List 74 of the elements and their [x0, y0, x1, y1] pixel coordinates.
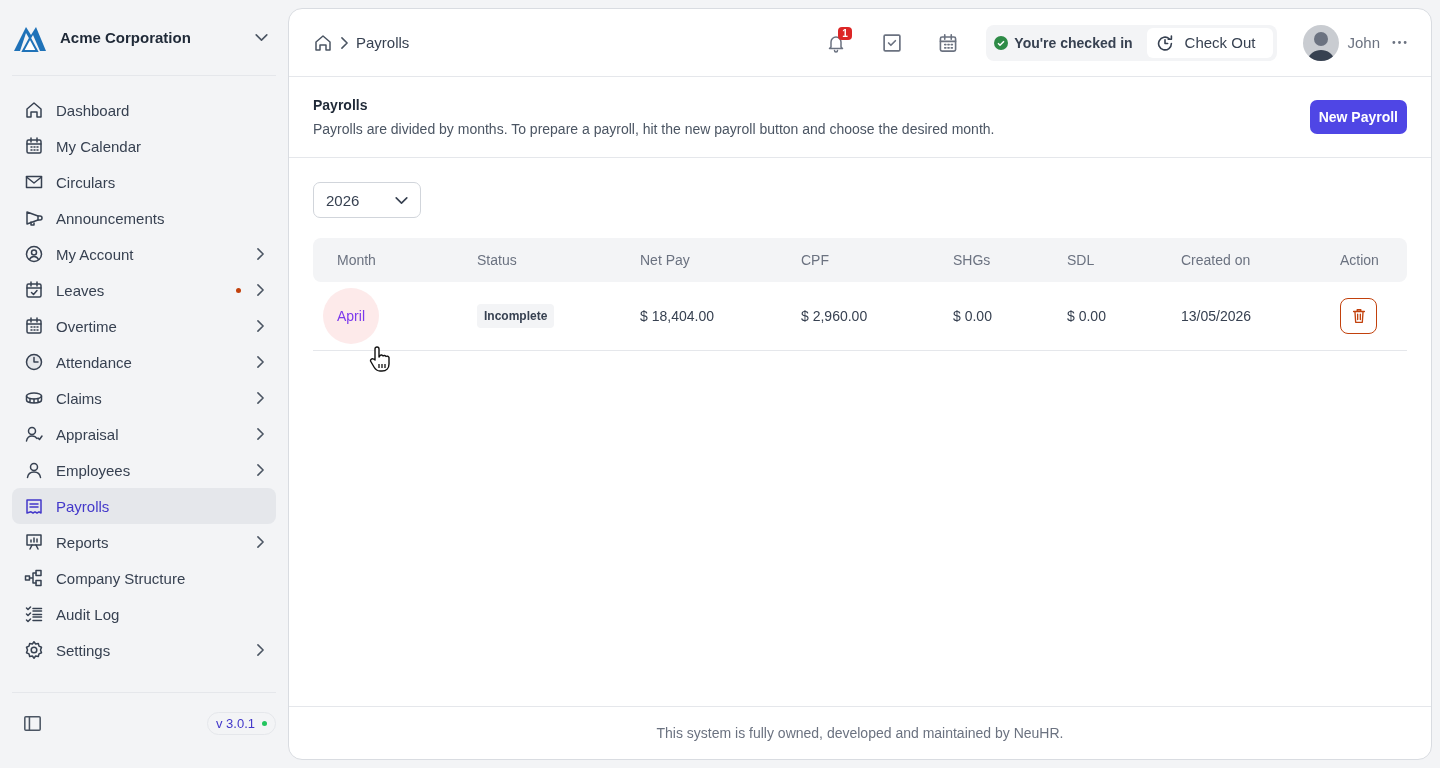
page-title: Payrolls: [313, 97, 369, 113]
breadcrumb-current: Payrolls: [356, 34, 410, 51]
clock-arrow-icon: [1156, 34, 1173, 51]
sidebar-item[interactable]: Dashboard: [12, 92, 276, 128]
column-header: Created on: [1180, 252, 1252, 268]
column-header: CPF: [800, 252, 830, 268]
table-cell: $ 18,404.00: [640, 308, 714, 324]
month-link[interactable]: April: [337, 308, 365, 324]
chevron-down-icon: [255, 34, 268, 41]
sidebar-item[interactable]: Circulars: [12, 164, 276, 200]
check-circle-icon: [994, 35, 1009, 50]
new-payroll-button[interactable]: New Payroll: [1309, 100, 1407, 134]
sidebar-item[interactable]: My Calendar: [12, 128, 276, 164]
user-circle-icon: [24, 244, 44, 264]
calendar-icon: [939, 33, 958, 52]
checklist-icon: [24, 604, 44, 624]
column-header: Action: [1339, 252, 1380, 268]
table-cell: 13/05/2026: [1181, 308, 1252, 324]
clock-icon: [24, 352, 44, 372]
sidebar-item[interactable]: Audit Log: [12, 596, 276, 632]
status-badge: Incomplete: [477, 304, 555, 328]
table-cell: $ 0.00: [1067, 308, 1106, 324]
notification-count: 1: [838, 26, 852, 40]
year-select[interactable]: 2026: [313, 182, 421, 218]
hierarchy-icon: [24, 568, 44, 588]
sidebar-panel-icon: [24, 716, 41, 731]
presentation-icon: [24, 532, 44, 552]
checkbox-icon: [883, 33, 902, 52]
gear-icon: [24, 640, 44, 660]
calendar-check-icon: [24, 280, 44, 300]
page-description: Payrolls are divided by months. To prepare a payroll, hit the new payroll button and choose the desired month.: [313, 121, 995, 137]
chevron-down-icon: [395, 196, 408, 204]
column-header: SHGs: [952, 252, 992, 268]
sidebar-item[interactable]: My Account: [12, 236, 276, 272]
sidebar-item[interactable]: Appraisal: [12, 416, 276, 452]
table-cell: $ 2,960.00: [801, 308, 868, 324]
company-dropdown-button[interactable]: [255, 34, 268, 41]
home-icon: [24, 100, 44, 120]
calendar-icon: [24, 136, 44, 156]
column-header: SDL: [1066, 252, 1096, 268]
home-icon: [313, 32, 333, 53]
sidebar-item[interactable]: Reports: [12, 524, 276, 560]
sidebar-item[interactable]: Payrolls: [12, 488, 276, 524]
sidebar-item[interactable]: Announcements: [12, 200, 276, 236]
sidebar-item[interactable]: Leaves: [12, 272, 276, 308]
more-button[interactable]: [1392, 41, 1407, 44]
user-name: John: [1347, 34, 1380, 51]
delete-button[interactable]: [1340, 298, 1377, 334]
megaphone-icon: [24, 208, 44, 228]
column-header: Status: [476, 252, 518, 268]
user-icon: [24, 460, 44, 480]
sidebar-item[interactable]: Settings: [12, 632, 276, 668]
sidebar-item[interactable]: Employees: [12, 452, 276, 488]
receipt-icon: [24, 496, 44, 516]
calendar-icon: [24, 316, 44, 336]
check-in-status: You're checked in: [1014, 34, 1133, 51]
hand-cursor-icon: [369, 346, 391, 372]
sidebar-item[interactable]: Attendance: [12, 344, 276, 380]
footer-text: This system is fully owned, developed and maintained by NeuHR.: [289, 706, 1431, 759]
home-link[interactable]: [313, 32, 333, 53]
company-name: Acme Corporation: [60, 29, 192, 46]
user-check-icon: [24, 424, 44, 444]
chevron-right-icon: [341, 36, 348, 49]
table-cell: $ 0.00: [953, 308, 992, 324]
sidebar-item[interactable]: Claims: [12, 380, 276, 416]
more-icon: [1392, 41, 1407, 44]
sidebar-item[interactable]: Overtime: [12, 308, 276, 344]
column-header: Month: [336, 252, 377, 268]
notifications-button[interactable]: 1: [808, 24, 865, 61]
avatar[interactable]: [1303, 24, 1340, 61]
check-out-button[interactable]: Check Out: [1146, 27, 1274, 58]
sidebar-toggle-button[interactable]: [24, 716, 41, 731]
column-header: Net Pay: [639, 252, 691, 268]
sidebar-item[interactable]: Company Structure: [12, 560, 276, 596]
